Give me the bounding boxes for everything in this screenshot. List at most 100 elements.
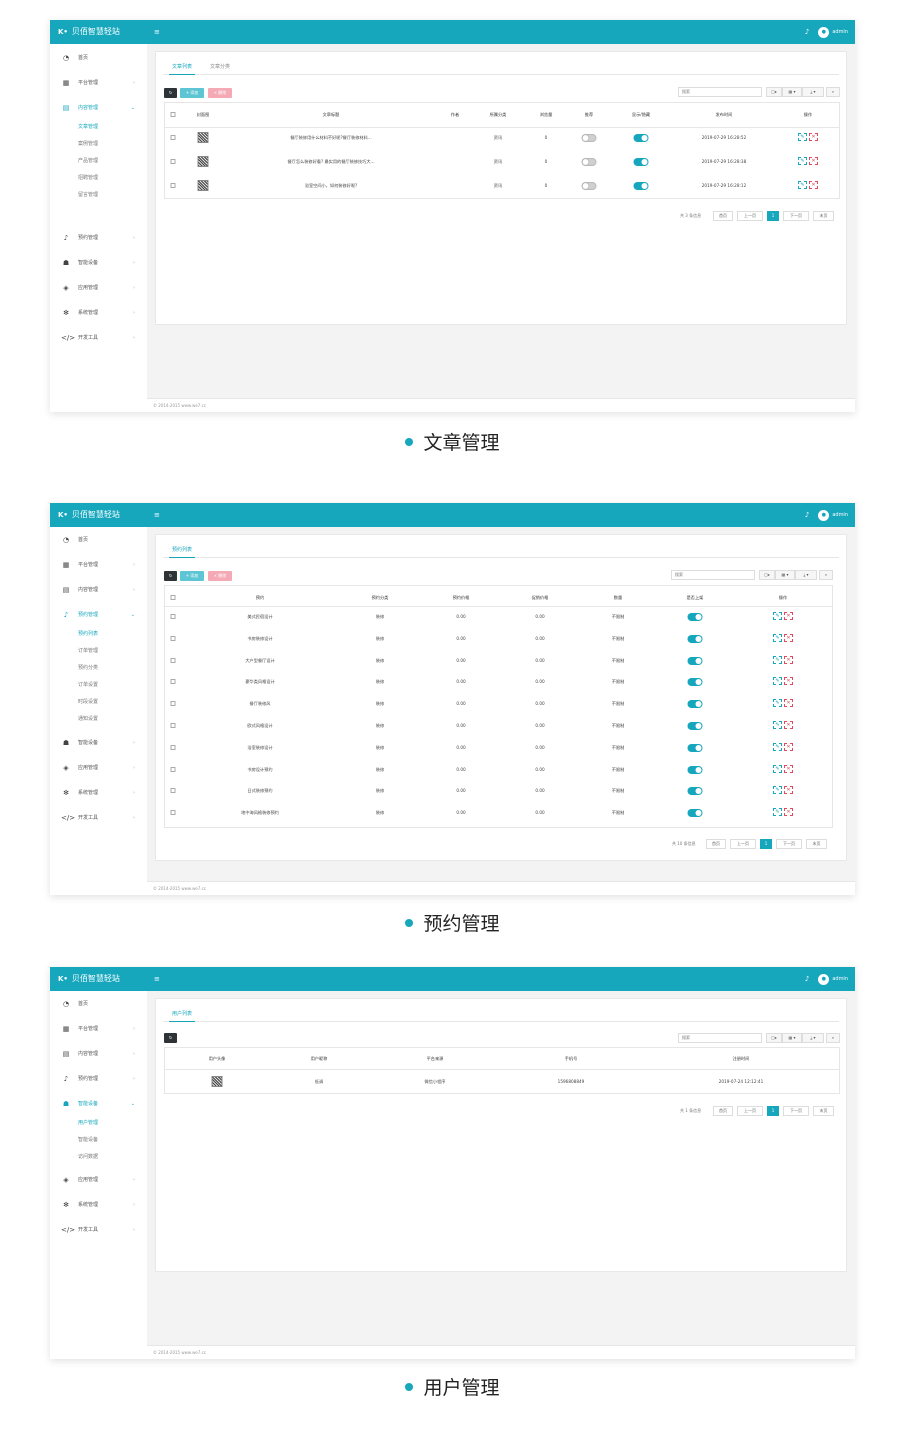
delete-button[interactable]: × 删除 [208, 571, 232, 581]
sidebar-item-system[interactable]: ✻ 系统管理 › [50, 1196, 147, 1214]
page-1-button[interactable]: 1 [767, 1106, 779, 1116]
sidebar-item-content[interactable]: ▤ 内容管理 › [50, 581, 147, 599]
row-checkbox[interactable] [170, 657, 176, 663]
refresh-button[interactable]: ↻ [164, 571, 177, 581]
delete-button[interactable]: × 删除 [208, 88, 232, 98]
sidebar-item-member[interactable]: ☗ 智能设备 › [50, 254, 147, 272]
next-page-button[interactable]: 下一页 [776, 839, 802, 849]
app-logo[interactable]: K• 贝佰智慧轻站 [58, 510, 120, 520]
tab-article-category[interactable]: 文章分类 [207, 60, 233, 74]
booking-name[interactable]: 大户型餐厅设计 [245, 658, 274, 664]
export-button[interactable]: ⤓ ▾ [795, 570, 817, 580]
page-1-button[interactable]: 1 [760, 839, 772, 849]
submenu-item[interactable]: 时段设置 [78, 698, 98, 706]
submenu-item[interactable]: 预约分类 [78, 664, 98, 672]
avatar[interactable]: ● [818, 26, 830, 38]
search-input[interactable]: 搜索 [671, 570, 755, 580]
sidebar-item-booking[interactable]: ♪ 预约管理 › [50, 229, 147, 247]
trash-icon[interactable]: ✕ [809, 157, 818, 165]
sidebar-item-system[interactable]: ✻ 系统管理 › [50, 304, 147, 322]
sidebar-item-platform[interactable]: ▦ 平台管理 › [50, 74, 147, 92]
on-shelf-toggle[interactable] [687, 678, 703, 687]
booking-name[interactable]: 豪华类风格设计 [245, 679, 274, 685]
username[interactable]: admin [832, 29, 848, 35]
sidebar-item-platform[interactable]: ▦ 平台管理 › [50, 1020, 147, 1038]
sidebar-item-content[interactable]: ▤ 内容管理 ⌄ [50, 99, 147, 117]
page-1-button[interactable]: 1 [767, 211, 779, 221]
sidebar-item-member[interactable]: ☗ 智能设备 ⌄ [50, 1095, 147, 1113]
submenu-item[interactable]: 产品管理 [78, 157, 98, 165]
booking-name[interactable]: 地中海风格装修预约 [241, 810, 279, 816]
sidebar-item-dev[interactable]: </> 开发工具 › [50, 1221, 147, 1239]
first-page-button[interactable]: 首页 [713, 211, 733, 221]
search-icon[interactable]: ⌕ [826, 1033, 840, 1043]
last-page-button[interactable]: 末页 [813, 211, 834, 221]
sidebar-item-app[interactable]: ◈ 应用管理 › [50, 1171, 147, 1189]
submenu-item[interactable]: 文章管理 [78, 123, 98, 131]
article-title[interactable]: 餐厅装修用什么材料不好呢?餐厅装修材料... [290, 135, 372, 141]
tab-user-list[interactable]: 用户列表 [169, 1007, 196, 1022]
sidebar-item-dev[interactable]: </> 开发工具 › [50, 809, 147, 827]
app-logo[interactable]: K• 贝佰智慧轻站 [58, 974, 120, 984]
row-checkbox[interactable] [170, 679, 176, 685]
submenu-item[interactable]: 招聘管理 [78, 174, 98, 182]
booking-name[interactable]: 日式装修预约 [247, 788, 272, 794]
refresh-button[interactable]: ↻ [164, 1033, 177, 1043]
row-checkbox[interactable] [170, 766, 176, 772]
submenu-item[interactable]: 案例管理 [78, 140, 98, 148]
sidebar-item-booking[interactable]: ♪ 预约管理 ⌄ [50, 606, 147, 624]
row-checkbox[interactable] [170, 614, 176, 619]
submenu-item[interactable]: 通知设置 [78, 715, 98, 723]
search-icon[interactable]: ⌕ [819, 570, 833, 580]
recommend-toggle[interactable] [581, 134, 597, 142]
on-shelf-toggle[interactable] [687, 787, 703, 796]
sidebar-item-app[interactable]: ◈ 应用管理 › [50, 279, 147, 297]
trash-icon[interactable]: ✕ [784, 742, 793, 751]
sidebar-item-content[interactable]: ▤ 内容管理 › [50, 1045, 147, 1063]
edit-icon[interactable]: ✎ [773, 655, 782, 664]
trash-icon[interactable]: ✕ [809, 181, 818, 189]
first-page-button[interactable]: 首页 [713, 1106, 733, 1116]
edit-icon[interactable]: ✎ [773, 808, 782, 817]
row-checkbox[interactable] [170, 744, 176, 750]
edit-icon[interactable]: ✎ [773, 764, 782, 773]
sidebar-item-home[interactable]: ◔ 首页 [50, 49, 147, 67]
menu-toggle-icon[interactable]: ≡ [154, 974, 160, 984]
booking-name[interactable]: 书房装修设计 [247, 636, 272, 642]
username[interactable]: admin [832, 512, 848, 518]
visible-toggle[interactable] [633, 134, 649, 142]
edit-icon[interactable]: ✎ [773, 612, 782, 620]
booking-name[interactable]: 书房设计预约 [247, 767, 272, 773]
trash-icon[interactable]: ✕ [784, 699, 793, 708]
row-checkbox[interactable] [170, 810, 176, 816]
columns-button[interactable]: ▦ ▾ [782, 1033, 802, 1043]
article-title[interactable]: 餐厅怎么装修好看? 最实用的餐厅装修技巧大... [287, 159, 374, 165]
prev-page-button[interactable]: 上一页 [730, 839, 756, 849]
columns-button[interactable]: ▦ ▾ [775, 570, 795, 580]
submenu-item[interactable]: 留言管理 [78, 191, 98, 199]
on-shelf-toggle[interactable] [687, 743, 703, 752]
sidebar-item-home[interactable]: ◔ 首页 [50, 995, 147, 1013]
refresh-button[interactable]: ↻ [164, 88, 177, 98]
edit-icon[interactable]: ✎ [798, 133, 807, 141]
search-icon[interactable]: ⌕ [826, 87, 840, 97]
view-toggle-button[interactable]: ▢▸ [766, 1033, 782, 1043]
row-checkbox[interactable] [170, 183, 176, 188]
sidebar-item-dev[interactable]: </> 开发工具 › [50, 329, 147, 347]
on-shelf-toggle[interactable] [687, 700, 703, 709]
view-toggle-button[interactable]: ▢▸ [766, 87, 782, 97]
trash-icon[interactable]: ✕ [784, 655, 793, 664]
row-checkbox[interactable] [170, 135, 176, 140]
on-shelf-toggle[interactable] [687, 634, 703, 643]
next-page-button[interactable]: 下一页 [783, 211, 809, 221]
on-shelf-toggle[interactable] [687, 656, 703, 665]
edit-icon[interactable]: ✎ [773, 721, 782, 729]
select-all-checkbox[interactable] [170, 112, 176, 117]
app-logo[interactable]: K• 贝佰智慧轻站 [58, 27, 120, 37]
tab-article-list[interactable]: 文章列表 [169, 60, 196, 75]
edit-icon[interactable]: ✎ [773, 677, 782, 686]
next-page-button[interactable]: 下一页 [783, 1106, 809, 1116]
trash-icon[interactable]: ✕ [784, 764, 793, 773]
edit-icon[interactable]: ✎ [773, 742, 782, 751]
sidebar-item-home[interactable]: ◔ 首页 [50, 531, 147, 549]
